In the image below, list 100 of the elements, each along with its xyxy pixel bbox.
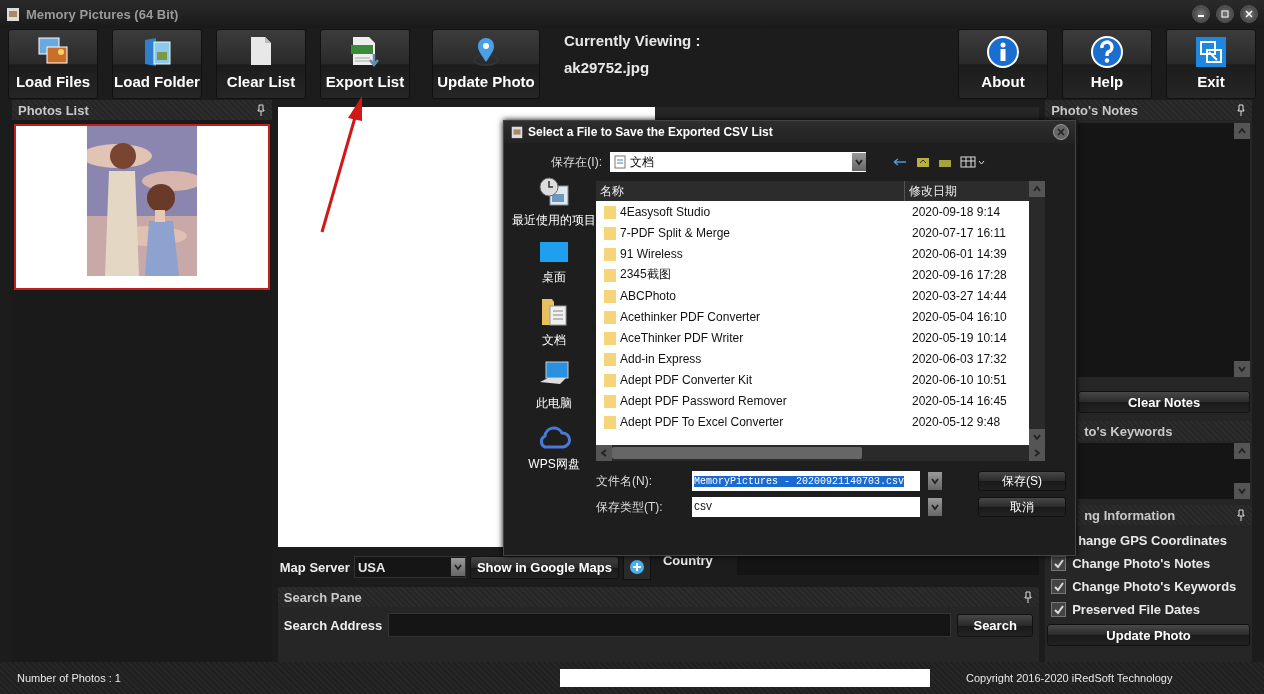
panel-title: Photo's Notes — [1051, 102, 1139, 118]
toolbar-button[interactable]: Export List — [320, 29, 410, 99]
documents-folder-icon — [540, 297, 568, 327]
clear-notes-button[interactable]: Clear Notes — [1078, 391, 1250, 413]
file-row[interactable]: Adept PDF To Excel Converter 2020-05-12 9:48 — [596, 411, 1029, 432]
toolbar-button[interactable]: Exit — [1166, 29, 1256, 99]
checkbox-label: hange GPS Coordinates — [1078, 532, 1227, 548]
save-button[interactable]: 保存(S) — [978, 471, 1066, 491]
file-row[interactable]: Add-in Express 2020-06-03 17:32 — [596, 348, 1029, 369]
file-row[interactable]: ABCPhoto 2020-03-27 14:44 — [596, 285, 1029, 306]
file-name: ABCPhoto — [620, 288, 677, 303]
close-icon — [1245, 10, 1253, 18]
back-icon[interactable] — [892, 156, 908, 168]
info-icon — [987, 36, 1019, 68]
photos-icon — [37, 36, 69, 66]
toolbar-button[interactable]: Load Folder — [112, 29, 202, 99]
file-date: 2020-07-17 16:11 — [911, 225, 1006, 240]
close-button[interactable] — [1240, 5, 1258, 23]
clock-documents-icon — [538, 177, 570, 207]
save-in-label: 保存在(I): — [550, 153, 602, 171]
viewing-label: Currently Viewing : — [564, 32, 702, 49]
country-label: Country — [662, 553, 714, 568]
pin-icon[interactable] — [255, 104, 266, 116]
app-icon — [6, 6, 20, 22]
toolbar-button[interactable]: Update Photo — [432, 29, 540, 99]
file-name: 91 Wireless — [620, 246, 683, 261]
panel-title: Photos List — [18, 102, 89, 118]
file-name: 4Easysoft Studio — [620, 204, 711, 219]
pin-icon[interactable] — [1023, 591, 1034, 603]
file-row[interactable]: 91 Wireless 2020-06-01 14:39 — [596, 243, 1029, 264]
file-name: Adept PDF Password Remover — [620, 393, 787, 408]
search-address-label: Search Address — [283, 617, 383, 633]
place-item[interactable]: WPS网盘 — [528, 423, 580, 473]
horizontal-scrollbar[interactable] — [596, 445, 1045, 461]
location-pin-icon — [471, 36, 501, 68]
file-row[interactable]: AceThinker PDF Writer 2020-05-19 10:14 — [596, 327, 1029, 348]
file-row[interactable]: 4Easysoft Studio 2020-09-18 9:14 — [596, 201, 1029, 222]
place-item[interactable]: 最近使用的项目 — [512, 177, 596, 229]
toolbar-button[interactable]: Clear List — [216, 29, 306, 99]
file-row[interactable]: 7-PDF Split & Merge 2020-07-17 16:11 — [596, 222, 1029, 243]
folder-icon — [604, 225, 616, 240]
app-icon — [510, 125, 524, 139]
folder-up-icon[interactable] — [916, 156, 930, 168]
toolbar-button[interactable]: Help — [1062, 29, 1152, 99]
file-date: 2020-06-10 10:51 — [911, 372, 1007, 387]
search-address-field[interactable] — [388, 613, 952, 637]
minimize-button[interactable] — [1192, 5, 1210, 23]
folder-icon — [604, 330, 616, 345]
file-row[interactable]: Adept PDF Converter Kit 2020-06-10 10:51 — [596, 369, 1029, 390]
file-name: Add-in Express — [620, 351, 702, 366]
file-date: 2020-05-12 9:48 — [911, 414, 1001, 429]
place-item[interactable]: 此电脑 — [536, 360, 572, 412]
pin-icon[interactable] — [1236, 509, 1246, 521]
checkbox-label: Change Photo's Keywords — [1072, 578, 1237, 594]
file-date: 2020-06-01 14:39 — [911, 246, 1007, 261]
folder-icon — [604, 267, 616, 282]
cancel-button[interactable]: 取消 — [978, 497, 1066, 517]
file-row[interactable]: Adept PDF Password Remover 2020-05-14 16:45 — [596, 390, 1029, 411]
folder-icon — [604, 372, 616, 387]
maximize-button[interactable] — [1216, 5, 1234, 23]
copyright-text: Copyright 2016-2020 iRedSoft Technology — [966, 672, 1173, 684]
file-name: Adept PDF Converter Kit — [620, 372, 753, 387]
map-server-dropdown[interactable]: USA — [353, 556, 466, 578]
desktop-icon — [539, 240, 569, 264]
folder-icon — [604, 414, 616, 429]
pin-icon[interactable] — [1236, 104, 1246, 116]
file-name: 2345截图 — [620, 266, 671, 283]
checkbox[interactable] — [1051, 601, 1067, 617]
file-name: Acethinker PDF Converter — [620, 309, 761, 324]
file-row[interactable]: 2345截图 2020-09-16 17:28 — [596, 264, 1029, 285]
spreadsheet-file-icon — [350, 36, 380, 68]
checkbox[interactable] — [1051, 578, 1067, 594]
file-date: 2020-09-18 9:14 — [911, 204, 1001, 219]
update-photo-button[interactable]: Update Photo — [1047, 624, 1250, 646]
folder-icon — [604, 393, 616, 408]
file-date: 2020-06-03 17:32 — [911, 351, 1007, 366]
file-type-dropdown[interactable]: CSV — [692, 497, 920, 517]
file-type-label: 保存类型(T): — [596, 498, 664, 516]
view-menu-icon[interactable] — [960, 156, 986, 168]
search-button[interactable]: Search — [957, 613, 1034, 637]
place-item[interactable]: 文档 — [540, 297, 568, 349]
file-row[interactable]: Acethinker PDF Converter 2020-05-04 16:10 — [596, 306, 1029, 327]
file-name-field[interactable]: MemoryPictures - 20200921140703.csv — [692, 471, 920, 491]
column-header[interactable]: 修改日期 — [905, 181, 957, 201]
photo-count: Number of Photos : 1 — [17, 672, 122, 684]
folder-icon — [604, 309, 616, 324]
dialog-title: Select a File to Save the Exported CSV List — [528, 125, 774, 139]
file-date: 2020-05-04 16:10 — [911, 309, 1007, 324]
help-icon — [1091, 36, 1123, 68]
toolbar-button[interactable]: Load Files — [8, 29, 98, 99]
place-item[interactable]: 桌面 — [539, 240, 569, 286]
show-in-maps-button[interactable]: Show in Google Maps — [469, 555, 619, 579]
file-date: 2020-03-27 14:44 — [911, 288, 1007, 303]
file-name: Adept PDF To Excel Converter — [620, 414, 784, 429]
exit-icon — [1195, 36, 1227, 68]
toolbar-button[interactable]: About — [958, 29, 1048, 99]
save-in-dropdown[interactable]: 文档 — [610, 152, 866, 172]
close-icon — [1057, 128, 1065, 136]
zoom-in-button[interactable] — [622, 554, 651, 580]
photo-thumbnail[interactable] — [14, 124, 270, 290]
